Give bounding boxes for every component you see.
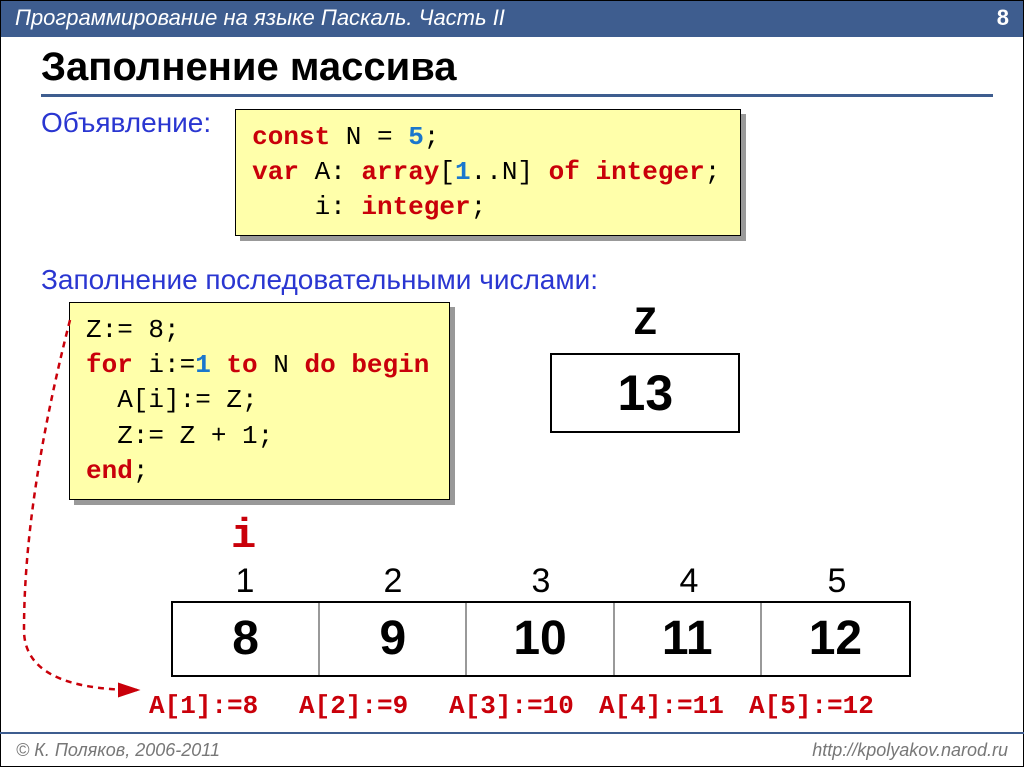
index-cell: 2 [319,562,467,601]
declaration-label: Объявление: [41,107,211,139]
course-title: Программирование на языке Паскаль. Часть… [15,5,505,31]
assign-cell: A[3]:=10 [449,691,599,721]
slide-title: Заполнение массива [41,45,993,97]
copyright: © К. Поляков, 2006-2011 [16,740,220,761]
assign-cell: A[1]:=8 [149,691,299,721]
code-fill: Z:= 8; for i:=1 to N do begin A[i]:= Z; … [69,302,450,499]
fill-row: Z:= 8; for i:=1 to N do begin A[i]:= Z; … [41,302,993,499]
index-cell: 3 [467,562,615,601]
array-cell: 10 [467,603,614,675]
z-value: 13 [550,353,740,433]
index-row: 1 2 3 4 5 [171,562,993,601]
url: http://kpolyakov.narod.ru [812,740,1008,761]
index-cell: 4 [615,562,763,601]
array-cell: 12 [762,603,909,675]
slide-footer: © К. Поляков, 2006-2011 http://kpolyakov… [0,732,1024,767]
fill-label: Заполнение последовательными числами: [41,264,993,296]
slide-content: Заполнение массива Объявление: const N =… [1,37,1023,721]
z-box: Z 13 [550,302,740,433]
index-cell: 5 [763,562,911,601]
z-label: Z [550,302,740,347]
array-row: 8 9 10 11 12 [171,601,911,677]
assign-cell: A[2]:=9 [299,691,449,721]
code-declaration: const N = 5; var A: array[1..N] of integ… [235,109,741,236]
array-cell: 9 [320,603,467,675]
assign-cell: A[5]:=12 [749,691,899,721]
array-cell: 8 [173,603,320,675]
assign-row: A[1]:=8 A[2]:=9 A[3]:=10 A[4]:=11 A[5]:=… [149,691,993,721]
array-area: 1 2 3 4 5 8 9 10 11 12 A[1]:=8 A[2]:=9 A… [171,562,993,721]
declaration-row: Объявление: const N = 5; var A: array[1.… [41,107,993,236]
index-cell: 1 [171,562,319,601]
assign-cell: A[4]:=11 [599,691,749,721]
slide-header: Программирование на языке Паскаль. Часть… [1,1,1023,37]
page-number: 8 [997,5,1009,31]
i-label: i [231,512,993,560]
array-cell: 11 [615,603,762,675]
